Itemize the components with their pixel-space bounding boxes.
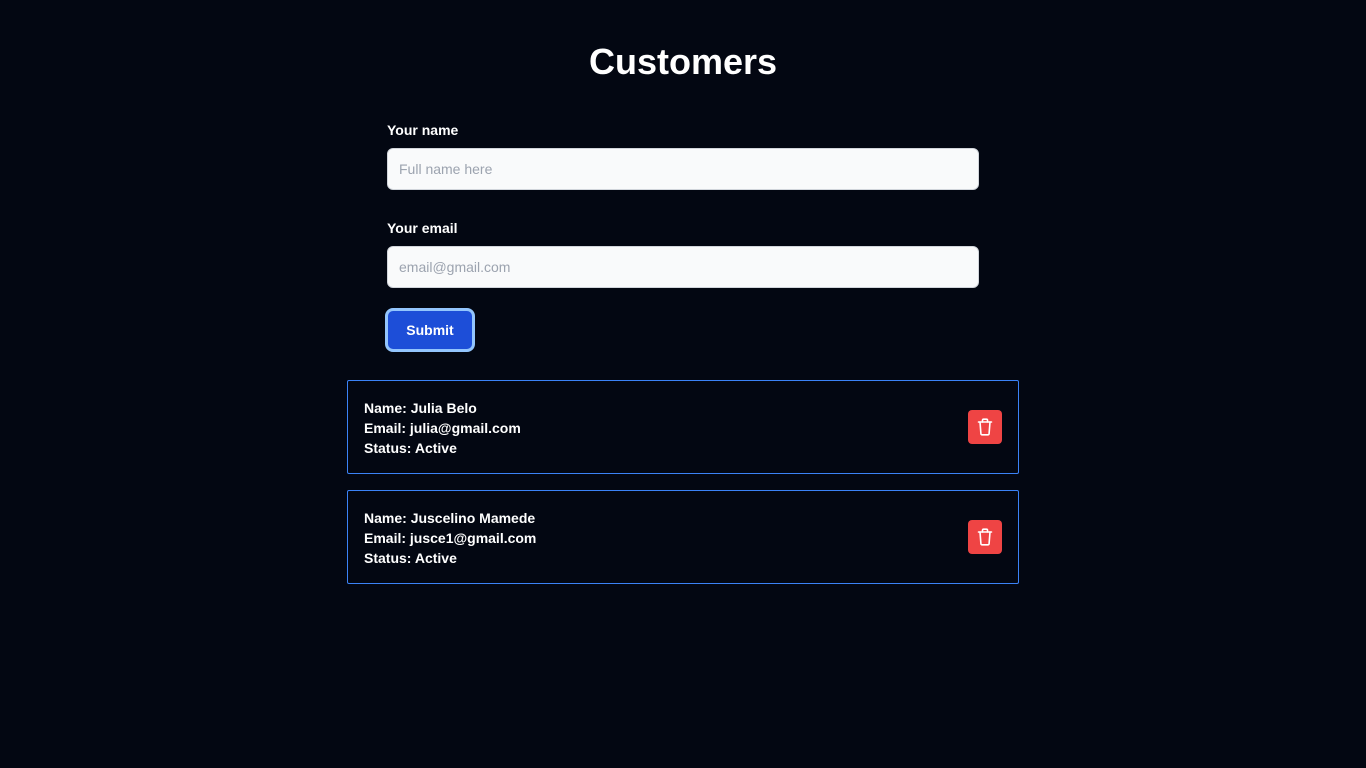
customer-name: Julia Belo xyxy=(410,400,477,416)
name-prefix: Name: xyxy=(364,400,407,416)
status-prefix: Status: xyxy=(364,440,412,456)
customer-email-row: Email: julia@gmail.com xyxy=(364,418,521,438)
submit-button[interactable]: Submit xyxy=(385,308,475,352)
delete-customer-button[interactable] xyxy=(968,520,1002,554)
customer-email: jusce1@gmail.com xyxy=(409,530,537,546)
customer-status: Active xyxy=(414,550,457,566)
status-prefix: Status: xyxy=(364,550,412,566)
customer-name: Juscelino Mamede xyxy=(410,510,536,526)
customer-status-row: Status: Active xyxy=(364,548,536,568)
customer-card: Name: Julia Belo Email: julia@gmail.com … xyxy=(347,380,1019,474)
customer-info: Name: Juscelino Mamede Email: jusce1@gma… xyxy=(364,508,536,568)
customers-page: Customers Your name Your email Submit Na… xyxy=(0,0,1366,768)
customer-name-row: Name: Julia Belo xyxy=(364,398,521,418)
name-label: Your name xyxy=(387,122,459,138)
email-label: Your email xyxy=(387,220,458,236)
trash-icon xyxy=(977,528,993,546)
customer-info: Name: Julia Belo Email: julia@gmail.com … xyxy=(364,398,521,458)
trash-icon xyxy=(977,418,993,436)
email-input[interactable] xyxy=(387,246,979,288)
customer-status: Active xyxy=(414,440,457,456)
customer-status-row: Status: Active xyxy=(364,438,521,458)
email-prefix: Email: xyxy=(364,420,407,436)
delete-customer-button[interactable] xyxy=(968,410,1002,444)
customer-card: Name: Juscelino Mamede Email: jusce1@gma… xyxy=(347,490,1019,584)
customer-list: Name: Julia Belo Email: julia@gmail.com … xyxy=(347,380,1019,600)
name-input[interactable] xyxy=(387,148,979,190)
customer-email: julia@gmail.com xyxy=(409,420,521,436)
customer-form: Your name Your email Submit xyxy=(385,120,979,352)
customer-name-row: Name: Juscelino Mamede xyxy=(364,508,536,528)
customer-email-row: Email: jusce1@gmail.com xyxy=(364,528,536,548)
email-prefix: Email: xyxy=(364,530,407,546)
name-prefix: Name: xyxy=(364,510,407,526)
page-title: Customers xyxy=(588,41,778,82)
